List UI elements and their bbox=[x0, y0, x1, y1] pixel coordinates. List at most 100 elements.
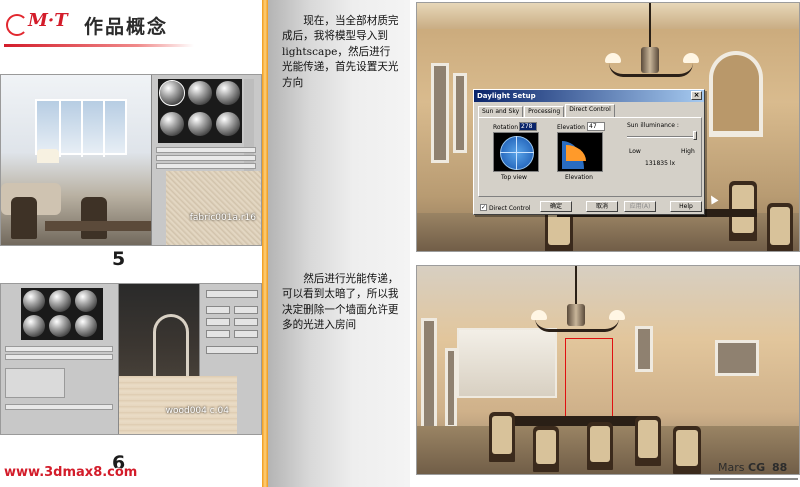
material-slot[interactable] bbox=[75, 315, 97, 337]
shader-rollout[interactable] bbox=[156, 155, 256, 161]
material-slot[interactable] bbox=[216, 112, 240, 136]
page-number: 88 bbox=[772, 461, 788, 474]
panel-button[interactable] bbox=[234, 318, 258, 326]
lamp-shade bbox=[605, 53, 621, 63]
material-slot[interactable] bbox=[160, 112, 184, 136]
high-label: High bbox=[681, 148, 695, 155]
mouse-cursor-icon bbox=[707, 193, 719, 205]
fabric-texture-swatch: fabric001a.r16 bbox=[166, 171, 261, 245]
dining-chair bbox=[489, 412, 515, 462]
illuminance-slider-knob[interactable] bbox=[693, 131, 697, 140]
lamp-shade bbox=[531, 310, 547, 320]
material-slot[interactable] bbox=[23, 290, 45, 312]
low-label: Low bbox=[629, 148, 641, 155]
window-image bbox=[35, 99, 127, 157]
brand-suffix: CG bbox=[748, 461, 766, 474]
wall-frame bbox=[635, 326, 653, 372]
tab-sun-and-sky[interactable]: Sun and Sky bbox=[478, 106, 524, 117]
figure-number: 5 bbox=[112, 248, 126, 270]
material-slot[interactable] bbox=[216, 81, 240, 105]
header-divider bbox=[4, 44, 194, 47]
material-slot[interactable] bbox=[49, 290, 71, 312]
basic-params-rollout[interactable] bbox=[156, 163, 256, 169]
panel-button[interactable] bbox=[234, 306, 258, 314]
material-slot[interactable] bbox=[75, 290, 97, 312]
book-spread: M·T 作品概念 fabric001a.r16 5 wood004 c.04 6… bbox=[0, 0, 800, 487]
rotation-field[interactable]: 278 bbox=[519, 122, 537, 131]
top-view-dial[interactable] bbox=[493, 132, 539, 172]
site-url[interactable]: www.3dmax8.com bbox=[4, 465, 137, 480]
panel-button[interactable] bbox=[206, 330, 230, 338]
header-bar: M·T 作品概念 bbox=[0, 8, 262, 47]
texture-filename: wood004 c.04 bbox=[165, 406, 229, 416]
tab-processing[interactable]: Processing bbox=[524, 106, 565, 117]
chandelier-chain bbox=[649, 3, 651, 49]
maps-rollout[interactable] bbox=[5, 404, 113, 410]
elevation-dial[interactable] bbox=[557, 132, 603, 172]
lightscape-render-top: Daylight Setup × Sun and Sky Processing … bbox=[416, 2, 800, 252]
deleted-wall-outline bbox=[565, 338, 613, 428]
chair-image bbox=[81, 197, 107, 239]
ok-button[interactable]: 确定 bbox=[540, 201, 572, 212]
material-slot[interactable] bbox=[23, 315, 45, 337]
body-paragraph: 现在，当全部材质完成后，我将模型导入到 lightscape，然后进行光能传递，… bbox=[282, 15, 399, 89]
material-slot[interactable] bbox=[188, 112, 212, 136]
dialog-titlebar[interactable]: Daylight Setup × bbox=[474, 90, 704, 102]
panel-dropdown[interactable] bbox=[206, 290, 258, 298]
cancel-button[interactable]: 取消 bbox=[586, 201, 618, 212]
basic-params-rollout[interactable] bbox=[5, 354, 113, 360]
lamp-image bbox=[37, 149, 59, 163]
material-slot[interactable] bbox=[188, 81, 212, 105]
wall-frame bbox=[445, 348, 457, 428]
shader-rollout[interactable] bbox=[5, 346, 113, 352]
material-slots bbox=[21, 288, 103, 340]
panel-rollout[interactable] bbox=[206, 346, 258, 354]
rotation-label: Rotation bbox=[493, 124, 519, 131]
material-slot[interactable] bbox=[159, 80, 185, 106]
max-screenshot-figure-5: fabric001a.r16 bbox=[0, 74, 262, 246]
direct-control-panel: Rotation 278 Elevation 47 Top view Eleva bbox=[478, 117, 702, 197]
material-editor bbox=[1, 284, 119, 434]
elevation-sun-arc bbox=[566, 145, 586, 161]
material-name-field[interactable] bbox=[156, 147, 256, 153]
section-title: 作品概念 bbox=[84, 16, 169, 38]
material-editor: fabric001a.r16 bbox=[151, 75, 261, 245]
living-room-render bbox=[1, 75, 167, 245]
lamp-shade bbox=[683, 53, 699, 63]
arched-door-image bbox=[153, 314, 189, 384]
logo-text: M·T bbox=[28, 10, 68, 31]
dining-chair bbox=[635, 416, 661, 466]
dialog-title: Daylight Setup bbox=[477, 92, 536, 100]
direct-control-checkbox[interactable]: ✓ bbox=[480, 204, 487, 211]
apply-button[interactable]: 应用(A) bbox=[624, 201, 656, 212]
panel-button[interactable] bbox=[234, 330, 258, 338]
chandelier-arms bbox=[609, 63, 693, 77]
left-column: M·T 作品概念 fabric001a.r16 5 wood004 c.04 6… bbox=[0, 0, 262, 487]
elevation-label: Elevation bbox=[557, 124, 585, 131]
sun-illuminance-label: Sun illuminance : bbox=[627, 122, 679, 129]
elevation-view-label: Elevation bbox=[565, 174, 593, 181]
dining-chair bbox=[587, 422, 613, 470]
ceiling bbox=[417, 3, 799, 29]
panel-button[interactable] bbox=[206, 318, 230, 326]
wall-frame bbox=[431, 63, 449, 163]
color-params[interactable] bbox=[5, 368, 65, 398]
chandelier-chain bbox=[575, 266, 577, 306]
kitchen-area bbox=[457, 328, 557, 398]
footer-rule bbox=[710, 478, 798, 480]
material-slot[interactable] bbox=[49, 315, 71, 337]
panel-button[interactable] bbox=[206, 306, 230, 314]
help-button[interactable]: Help bbox=[670, 201, 702, 212]
elevation-field[interactable]: 47 bbox=[587, 122, 605, 131]
logo-swirl-icon bbox=[6, 14, 28, 36]
wood-texture-swatch: wood004 c.04 bbox=[119, 376, 237, 434]
dining-chair bbox=[767, 203, 793, 251]
material-slots bbox=[158, 79, 242, 143]
close-button[interactable]: × bbox=[691, 91, 702, 100]
tab-direct-control[interactable]: Direct Control bbox=[565, 104, 615, 117]
dining-chair bbox=[673, 426, 701, 474]
direct-control-label: Direct Control bbox=[489, 205, 531, 212]
illuminance-slider-track[interactable] bbox=[627, 136, 697, 138]
top-view-label: Top view bbox=[501, 174, 527, 181]
brand-prefix: Mars bbox=[718, 461, 745, 474]
